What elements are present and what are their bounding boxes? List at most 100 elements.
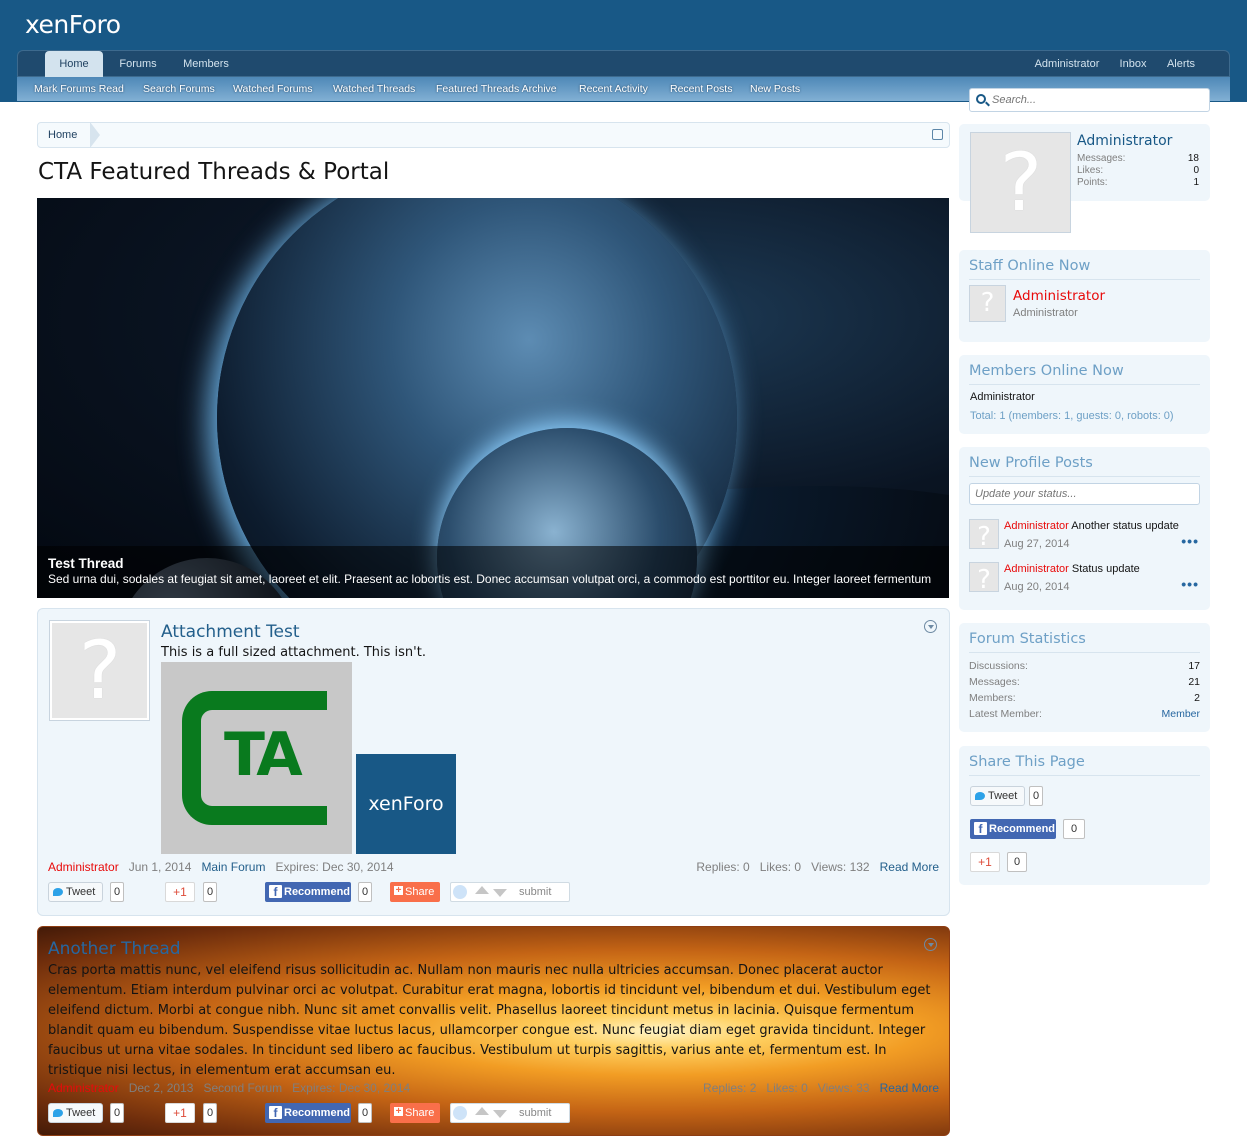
reddit-submit-button[interactable]: submit [450, 882, 570, 902]
subnav-recent-activity[interactable]: Recent Activity [579, 77, 648, 101]
downvote-icon[interactable] [493, 1110, 507, 1118]
stat-discussions-value: 17 [1188, 660, 1200, 672]
social-buttons: Tweet 0 +1 0 Recommend 0 Share submit [48, 882, 928, 904]
subnav-featured-threads-archive[interactable]: Featured Threads Archive [436, 77, 557, 101]
upvote-icon[interactable] [475, 1107, 489, 1115]
slider-caption: Test Thread Sed urna dui, sodales at feu… [37, 546, 949, 598]
search-box [969, 88, 1210, 112]
thread-title[interactable]: Attachment Test [161, 622, 300, 642]
thread-meta: Administrator Dec 2, 2013 Second Forum E… [48, 1081, 410, 1095]
thread-stats: Replies: 0 Likes: 0 Views: 132 Read More [696, 860, 939, 874]
visitor-name[interactable]: Administrator [1077, 133, 1172, 149]
avatar[interactable] [969, 285, 1006, 322]
nav-alerts[interactable]: Alerts [1163, 51, 1199, 77]
tab-home[interactable]: Home [45, 51, 103, 77]
profile-posts-heading: New Profile Posts [969, 455, 1093, 471]
subnav-recent-posts[interactable]: Recent Posts [670, 77, 732, 101]
visitor-messages-value[interactable]: 18 [1188, 153, 1199, 164]
profile-post-user[interactable]: Administrator [1004, 563, 1069, 575]
visitor-messages-label: Messages: [1077, 153, 1126, 164]
visitor-likes-value[interactable]: 0 [1193, 165, 1199, 176]
visitor-avatar[interactable]: ? [970, 132, 1071, 233]
stat-members-label: Members: [969, 692, 1016, 704]
subnav-watched-threads[interactable]: Watched Threads [333, 77, 415, 101]
profile-post: Administrator Another status update [1004, 520, 1179, 532]
collapse-icon[interactable] [924, 620, 937, 633]
tweet-button[interactable]: Tweet [48, 1103, 103, 1123]
facebook-recommend-button[interactable]: Recommend [265, 882, 351, 902]
tab-members[interactable]: Members [178, 51, 234, 77]
profile-post-text: Another status update [1071, 520, 1179, 532]
facebook-recommend-button[interactable]: Recommend [970, 819, 1056, 839]
default-avatar-icon: ? [999, 136, 1043, 229]
search-icon[interactable] [976, 94, 986, 104]
nav-account-administrator[interactable]: Administrator [1028, 51, 1106, 77]
default-avatar-icon: ? [78, 624, 122, 717]
subnav-watched-forums[interactable]: Watched Forums [233, 77, 313, 101]
read-more-link[interactable]: Read More [880, 860, 939, 874]
attachment-cta-logo[interactable]: TA [161, 662, 352, 854]
visitor-likes: Likes: 0 [1077, 165, 1199, 176]
profile-post-user[interactable]: Administrator [1004, 520, 1069, 532]
stat-discussions-label: Discussions: [969, 660, 1028, 672]
tweet-button[interactable]: Tweet [970, 786, 1025, 806]
online-member-name[interactable]: Administrator [970, 391, 1035, 403]
staff-username[interactable]: Administrator [1013, 288, 1105, 304]
breadcrumb-arrow-icon [90, 122, 100, 148]
gplus-button[interactable]: +1 [165, 882, 195, 902]
breadcrumb: Home [37, 122, 950, 148]
search-input[interactable] [992, 89, 1202, 111]
site-logo[interactable]: xenForo [25, 10, 121, 39]
divider [969, 384, 1200, 385]
more-options-icon[interactable]: ••• [1181, 576, 1199, 592]
subnav-mark-forums-read[interactable]: Mark Forums Read [34, 77, 124, 101]
collapse-icon[interactable] [924, 938, 937, 951]
staff-online-heading: Staff Online Now [969, 258, 1091, 274]
page-title: CTA Featured Threads & Portal [38, 159, 390, 185]
share-button[interactable]: Share [390, 1103, 440, 1123]
more-options-icon[interactable]: ••• [1181, 533, 1199, 549]
gplus-button[interactable]: +1 [165, 1103, 195, 1123]
thread-forum[interactable]: Main Forum [201, 860, 265, 874]
thread-likes: Likes: 0 [766, 1081, 808, 1095]
stat-members: Members: 2 [969, 692, 1200, 704]
visitor-points-value[interactable]: 1 [1193, 177, 1199, 188]
tweet-button[interactable]: Tweet [48, 882, 103, 902]
subnav-new-posts[interactable]: New Posts [750, 77, 800, 101]
recommend-count: 0 [358, 1103, 373, 1123]
read-more-link[interactable]: Read More [880, 1081, 939, 1095]
slider-caption-title[interactable]: Test Thread [48, 556, 938, 571]
thread-likes: Likes: 0 [759, 860, 802, 874]
avatar[interactable]: ? [49, 620, 150, 721]
subnav-search-forums[interactable]: Search Forums [143, 77, 215, 101]
upvote-icon[interactable] [475, 886, 489, 894]
profile-post-date[interactable]: Aug 27, 2014 [1004, 538, 1069, 550]
stat-latest-value[interactable]: Member [1161, 708, 1200, 720]
gplus-count: 0 [203, 882, 218, 902]
downvote-icon[interactable] [493, 889, 507, 897]
thread-forum[interactable]: Second Forum [203, 1081, 282, 1095]
featured-thread: Another Thread Cras porta mattis nunc, v… [37, 926, 950, 1136]
jump-to-page-icon[interactable] [932, 129, 943, 140]
avatar[interactable] [969, 562, 999, 592]
breadcrumb-home[interactable]: Home [48, 123, 77, 147]
nav-inbox[interactable]: Inbox [1115, 51, 1151, 77]
reddit-submit-button[interactable]: submit [450, 1103, 570, 1123]
attachment-xenforo-logo[interactable]: xenForo [356, 754, 456, 854]
share-button[interactable]: Share [390, 882, 440, 902]
stat-messages-value: 21 [1188, 676, 1200, 688]
thread-author[interactable]: Administrator [48, 1081, 119, 1095]
reddit-submit-label: submit [519, 886, 552, 898]
gplus-count: 0 [1007, 852, 1027, 872]
thread-date: Jun 1, 2014 [128, 860, 192, 874]
status-update-input[interactable] [969, 483, 1200, 505]
tab-forums[interactable]: Forums [112, 51, 164, 77]
thread-title[interactable]: Another Thread [48, 939, 181, 959]
thread-author[interactable]: Administrator [48, 860, 119, 874]
facebook-recommend-button[interactable]: Recommend [265, 1103, 351, 1123]
featured-slider[interactable]: Test Thread Sed urna dui, sodales at feu… [37, 198, 949, 598]
thread-expires: Expires: Dec 30, 2014 [275, 860, 394, 874]
gplus-button[interactable]: +1 [970, 852, 1000, 872]
avatar[interactable] [969, 519, 999, 549]
profile-post-date[interactable]: Aug 20, 2014 [1004, 581, 1069, 593]
